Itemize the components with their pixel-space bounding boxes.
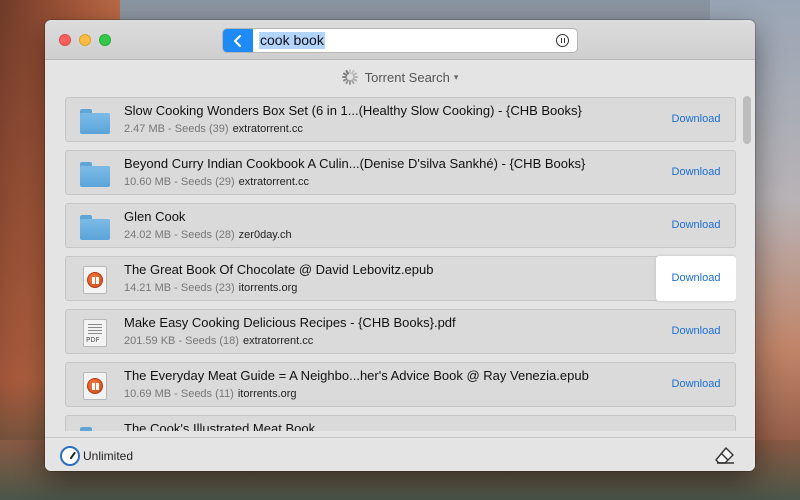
result-site: itorrents.org [237,388,297,400]
result-meta: 14.21 MB - Seeds (23) itorrents.org [124,282,297,294]
source-selector[interactable]: Torrent Search ▾ [45,61,755,93]
result-title: The Everyday Meat Guide = A Neighbo...he… [124,368,589,383]
download-button[interactable]: Download [657,416,735,431]
result-row[interactable]: The Cook's Illustrated Meat Book Download [65,415,736,431]
zoom-window-button[interactable] [99,34,111,46]
download-button[interactable]: Download [657,151,735,194]
result-site: extratorrent.cc [238,176,309,188]
bottom-toolbar: Unlimited [45,437,755,471]
result-stats: 10.69 MB - Seeds (11) [124,388,234,400]
chevron-left-icon [234,35,241,47]
result-meta: 10.60 MB - Seeds (29) extratorrent.cc [124,176,309,188]
speed-limit-label[interactable]: Unlimited [83,449,133,463]
download-button[interactable]: Download [657,310,735,353]
result-stats: 201.59 KB - Seeds (18) [124,335,239,347]
result-title: Glen Cook [124,209,186,224]
download-button[interactable]: Download [657,363,735,406]
result-title: Beyond Curry Indian Cookbook A Culin...(… [124,156,586,171]
source-label: Torrent Search [364,69,450,85]
eraser-icon[interactable] [715,446,735,464]
folder-icon [80,425,110,431]
result-title: The Great Book Of Chocolate @ David Lebo… [124,262,434,277]
result-site: extratorrent.cc [232,123,303,135]
download-button[interactable]: Download [657,204,735,247]
result-stats: 2.47 MB - Seeds (39) [124,123,229,135]
speed-gauge-icon[interactable] [60,446,80,466]
result-meta: 10.69 MB - Seeds (11) itorrents.org [124,388,297,400]
result-row[interactable]: The Great Book Of Chocolate @ David Lebo… [65,256,736,301]
folder-icon [80,107,110,135]
chevron-down-icon: ▾ [453,71,459,82]
result-site: itorrents.org [238,282,298,294]
result-row[interactable]: Beyond Curry Indian Cookbook A Culin...(… [65,150,736,195]
scrollbar-thumb[interactable] [743,96,751,144]
pdf-icon: PDF [80,319,110,347]
app-window: cook book Torrent Search ▾ Slow Cooking … [45,20,755,471]
epub-icon [80,372,110,400]
result-site: extratorrent.cc [242,335,314,347]
back-button[interactable] [223,29,253,52]
result-row[interactable]: Glen Cook 24.02 MB - Seeds (28) zer0day.ch… [65,203,736,248]
result-row[interactable]: PDF Make Easy Cooking Delicious Recipes -… [65,309,736,354]
result-meta: 201.59 KB - Seeds (18) extratorrent.cc [124,335,313,347]
close-window-button[interactable] [59,34,71,46]
folder-icon [80,213,110,241]
result-row[interactable]: Slow Cooking Wonders Box Set (6 in 1...(… [65,97,736,142]
search-bar: cook book [223,29,577,52]
result-site: zer0day.ch [238,229,292,241]
result-stats: 10.60 MB - Seeds (29) [124,176,235,188]
result-stats: 14.21 MB - Seeds (23) [124,282,235,294]
result-row[interactable]: The Everyday Meat Guide = A Neighbo...he… [65,362,736,407]
loading-spinner-icon [341,69,358,85]
result-meta: 2.47 MB - Seeds (39) extratorrent.cc [124,123,303,135]
download-button[interactable]: Download [657,98,735,141]
minimize-window-button[interactable] [79,34,91,46]
result-title: Slow Cooking Wonders Box Set (6 in 1...(… [124,103,582,118]
epub-icon [80,266,110,294]
results-list: Slow Cooking Wonders Box Set (6 in 1...(… [65,97,736,431]
pause-icon[interactable] [556,34,569,47]
folder-icon [80,160,110,188]
result-title: Make Easy Cooking Delicious Recipes - {C… [124,315,456,330]
search-input[interactable]: cook book [259,32,325,49]
result-stats: 24.02 MB - Seeds (28) [124,229,235,241]
result-meta: 24.02 MB - Seeds (28) zer0day.ch [124,229,292,241]
download-button[interactable]: Download [656,256,736,301]
result-title: The Cook's Illustrated Meat Book [124,421,316,431]
title-bar: cook book [45,20,755,60]
